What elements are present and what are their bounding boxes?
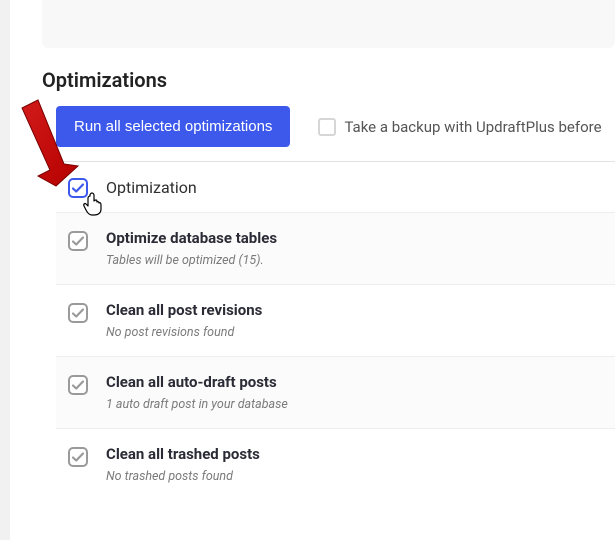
row-title[interactable]: Clean all auto-draft posts — [106, 373, 615, 391]
row-subtext: Tables will be optimized (15). — [106, 253, 615, 268]
row-checkbox[interactable] — [68, 231, 88, 251]
table-header-label: Optimization — [106, 178, 197, 197]
actions-row: Run all selected optimizations Take a ba… — [56, 106, 615, 147]
table-row: Clean all post revisions No post revisio… — [56, 284, 615, 356]
table-row: Optimize database tables Tables will be … — [56, 212, 615, 284]
top-panel-placeholder — [42, 0, 615, 48]
row-checkbox[interactable] — [68, 375, 88, 395]
row-title[interactable]: Clean all trashed posts — [106, 445, 615, 463]
row-title[interactable]: Clean all post revisions — [106, 301, 615, 319]
backup-checkbox-wrap[interactable]: Take a backup with UpdraftPlus before — [318, 118, 601, 136]
row-title[interactable]: Optimize database tables — [106, 229, 615, 247]
backup-label: Take a backup with UpdraftPlus before — [344, 118, 601, 136]
table-row: Clean all trashed posts No trashed posts… — [56, 428, 615, 500]
select-all-checkbox[interactable] — [68, 178, 88, 198]
section-title: Optimizations — [42, 68, 615, 92]
row-checkbox[interactable] — [68, 447, 88, 467]
row-subtext: No post revisions found — [106, 325, 615, 340]
row-subtext: No trashed posts found — [106, 469, 615, 484]
left-gutter — [0, 0, 10, 540]
row-checkbox[interactable] — [68, 303, 88, 323]
backup-checkbox[interactable] — [318, 118, 336, 136]
table-row: Clean all auto-draft posts 1 auto draft … — [56, 356, 615, 428]
row-subtext: 1 auto draft post in your database — [106, 397, 615, 412]
run-all-button[interactable]: Run all selected optimizations — [56, 106, 290, 147]
optimizations-table: Optimization Optimize database tables Ta… — [56, 161, 615, 500]
table-header-row: Optimization — [56, 162, 615, 212]
